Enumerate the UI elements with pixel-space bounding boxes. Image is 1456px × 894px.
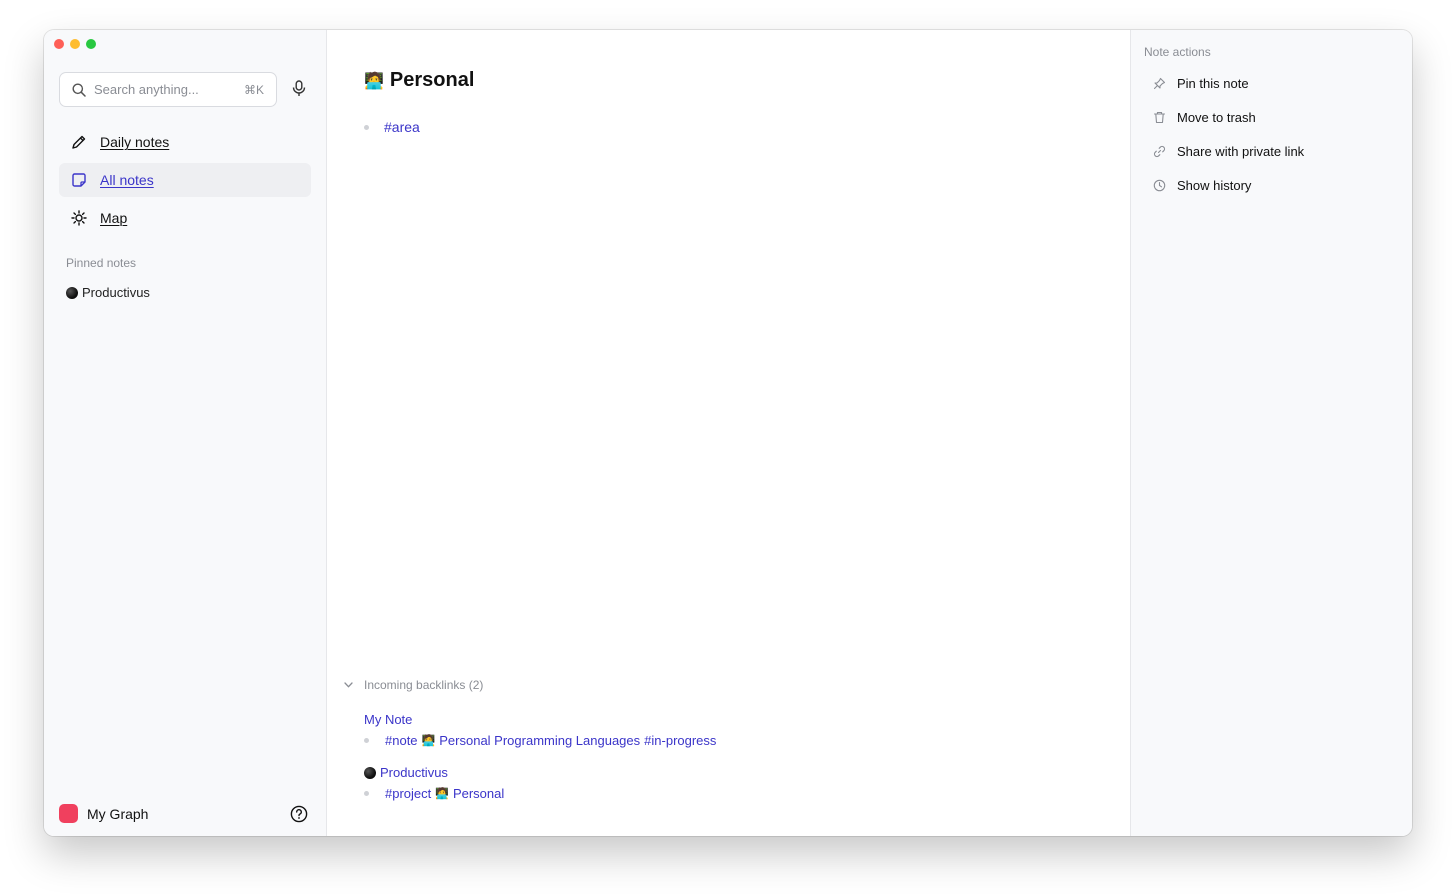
note-title[interactable]: 🧑‍💻 Personal — [364, 69, 474, 92]
tag-link-area[interactable]: #area — [384, 119, 420, 135]
action-label: Share with private link — [1177, 144, 1305, 159]
minimize-window-button[interactable] — [70, 39, 80, 49]
tag-link-in-progress[interactable]: #in-progress — [644, 733, 716, 748]
bullet-icon — [364, 791, 369, 796]
tag-link-project[interactable]: #project — [385, 786, 431, 801]
app-window: ⌘K Daily notes All n — [44, 30, 1412, 836]
microphone-icon — [292, 80, 306, 96]
action-label: Pin this note — [1177, 76, 1249, 91]
backlink-note[interactable]: My Note — [364, 712, 412, 727]
bullet-icon — [364, 738, 369, 743]
pinned-notes-heading: Pinned notes — [66, 256, 137, 270]
action-label: Move to trash — [1177, 110, 1256, 125]
sidebar: ⌘K Daily notes All n — [44, 30, 327, 836]
window-controls — [54, 39, 96, 49]
sidebar-item-label: Daily notes — [100, 134, 170, 150]
note-link-personal[interactable]: Personal — [453, 786, 504, 801]
note-line[interactable]: #area — [364, 119, 420, 135]
note-actions-panel: Note actions Pin this note Move to trash… — [1130, 30, 1412, 836]
sun-icon — [71, 210, 87, 226]
backlink-note[interactable]: Productivus — [364, 765, 448, 780]
bullet-icon — [364, 124, 369, 130]
note-link-personal-programming-languages[interactable]: Personal Programming Languages — [439, 733, 640, 748]
show-history-button[interactable]: Show history — [1153, 178, 1251, 193]
chevron-down-icon — [344, 682, 353, 688]
trash-icon — [1153, 111, 1166, 124]
note-actions-heading: Note actions — [1144, 45, 1211, 59]
search-input[interactable] — [94, 82, 234, 97]
black-circle-icon — [66, 286, 78, 299]
technologist-emoji-icon: 🧑‍💻 — [421, 735, 436, 747]
graph-name: My Graph — [87, 805, 149, 822]
backlink-note-title[interactable]: My Note — [364, 712, 412, 727]
pinned-note-productivus[interactable]: Productivus — [66, 285, 150, 300]
note-title-text: Personal — [389, 69, 475, 91]
move-to-trash-button[interactable]: Move to trash — [1153, 110, 1256, 125]
note-editor: 🧑‍💻 Personal #area Incoming backlinks (2… — [327, 30, 1130, 836]
help-button[interactable] — [290, 805, 308, 828]
sidebar-nav: Daily notes All notes Map — [59, 125, 311, 239]
sidebar-item-map[interactable]: Map — [59, 201, 311, 235]
note-icon — [72, 173, 86, 187]
zoom-window-button[interactable] — [86, 39, 96, 49]
clock-icon — [1153, 179, 1166, 192]
action-label: Show history — [1177, 178, 1252, 193]
pin-icon — [1153, 77, 1166, 90]
question-icon — [290, 805, 308, 823]
technologist-emoji-icon: 🧑‍💻 — [364, 72, 384, 90]
tag-link-note[interactable]: #note — [385, 733, 418, 748]
sidebar-item-label: Map — [100, 210, 128, 226]
sidebar-item-daily-notes[interactable]: Daily notes — [59, 125, 311, 159]
sidebar-item-label: All notes — [100, 172, 154, 188]
backlinks-header: Incoming backlinks (2) — [364, 678, 484, 692]
pinned-note-label: Productivus — [82, 285, 150, 300]
technologist-emoji-icon: 🧑‍💻 — [435, 788, 449, 800]
close-window-button[interactable] — [54, 39, 64, 49]
microphone-button[interactable] — [292, 80, 306, 102]
pin-note-button[interactable]: Pin this note — [1153, 76, 1249, 91]
graph-color-swatch — [59, 804, 78, 823]
backlinks-toggle[interactable]: Incoming backlinks (2) — [344, 678, 483, 692]
search-shortcut: ⌘K — [243, 82, 264, 97]
backlink-note-title[interactable]: Productivus — [380, 765, 448, 780]
share-private-link-button[interactable]: Share with private link — [1153, 144, 1304, 159]
backlink-line: #project 🧑‍💻 Personal — [364, 786, 504, 801]
pencil-icon — [72, 135, 86, 149]
graph-switcher[interactable]: My Graph — [59, 804, 148, 823]
black-circle-icon — [364, 766, 376, 779]
sidebar-item-all-notes[interactable]: All notes — [59, 163, 311, 197]
search-icon — [72, 83, 86, 97]
search-box[interactable]: ⌘K — [59, 72, 277, 107]
backlink-line: #note 🧑‍💻 Personal Programming Languages… — [364, 733, 716, 748]
link-icon — [1154, 146, 1165, 157]
